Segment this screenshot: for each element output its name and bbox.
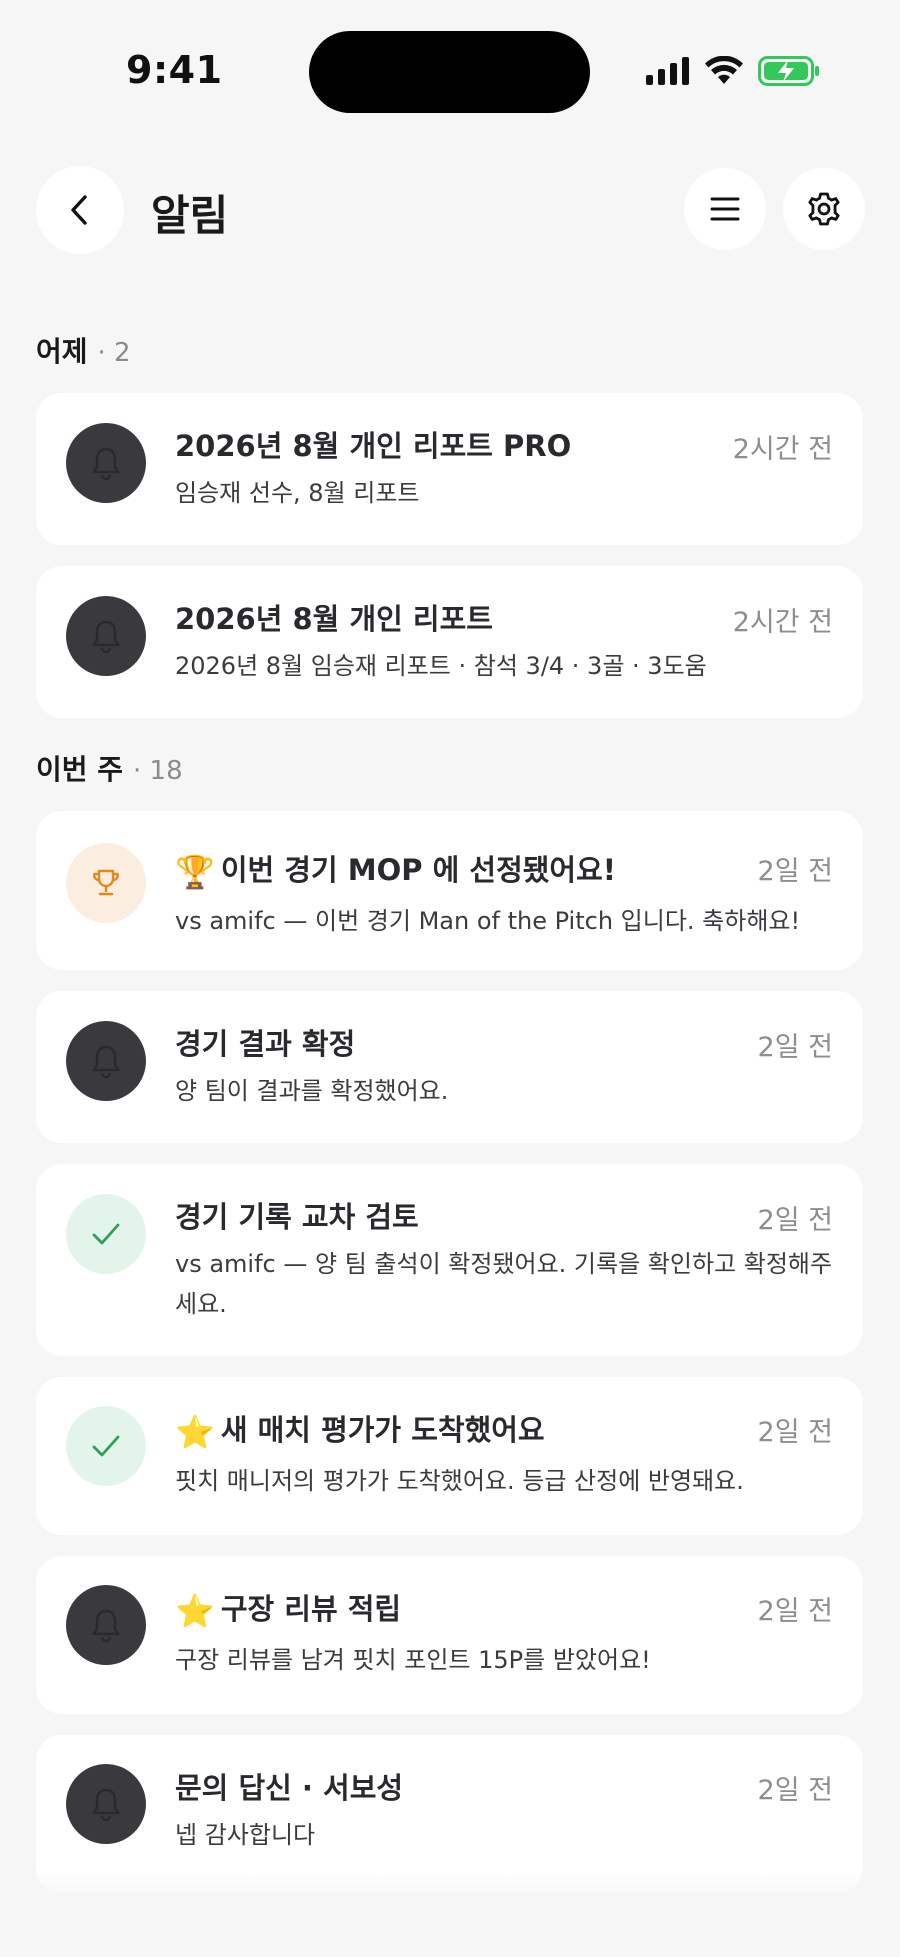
status-bar: 9:41 [0, 0, 900, 140]
notification-body: 임승재 선수, 8월 리포트 [175, 479, 420, 507]
star-emoji-icon: ⭐ [175, 1592, 215, 1630]
notification-title-text: 이번 경기 MOP 에 선정됐어요! [220, 853, 617, 887]
notification-time: 2일 전 [757, 1417, 833, 1448]
notification-body: 양 팀이 결과를 확정했어요. [175, 1077, 449, 1105]
star-emoji-icon: ⭐ [175, 1413, 215, 1451]
bell-icon [92, 620, 120, 654]
cellular-signal-icon [646, 57, 689, 85]
notification-body: 2026년 8월 임승재 리포트 · 참석 3/4 · 3골 · 3도움 [175, 652, 707, 680]
chevron-left-icon [71, 195, 87, 225]
notification-body: 핏치 매니저의 평가가 도착했어요. 등급 산정에 반영돼요. [175, 1467, 744, 1495]
section-header-this-week: 이번 주 · 18 [36, 748, 183, 788]
notification-icon [66, 843, 146, 923]
notification-card[interactable]: 2026년 8월 개인 리포트 PRO 2시간 전 임승재 선수, 8월 리포트 [36, 393, 863, 545]
back-button[interactable] [36, 166, 124, 254]
notification-body: vs amifc — 양 팀 출석이 확정됐어요. 기록을 확인하고 확정해주세… [175, 1250, 833, 1318]
notification-time: 2시간 전 [732, 434, 833, 465]
notification-time: 2일 전 [757, 1032, 833, 1063]
wifi-icon [705, 56, 743, 84]
notification-title: 🏆 이번 경기 MOP 에 선정됐어요! [175, 847, 616, 891]
notification-title: 경기 결과 확정 [175, 1027, 356, 1061]
notification-time: 2일 전 [757, 1775, 833, 1806]
notification-icon [66, 1194, 146, 1274]
status-time: 9:41 [126, 48, 223, 92]
bell-icon [92, 1609, 120, 1643]
checkmark-icon [92, 1223, 120, 1245]
notification-time: 2일 전 [757, 1205, 833, 1236]
notification-card[interactable]: 2026년 8월 개인 리포트 2시간 전 2026년 8월 임승재 리포트 ·… [36, 566, 863, 718]
notification-icon [66, 1585, 146, 1665]
notification-title-text: 새 매치 평가가 도착했어요 [220, 1413, 545, 1447]
notifications-screen: 9:41 알림 어제 · 2 2026년 8월 개인 리포트 PRO 2시간 전… [0, 0, 900, 1957]
notification-time: 2시간 전 [732, 607, 833, 638]
notification-body: 구장 리뷰를 남겨 핏치 포인트 15P를 받았어요! [175, 1646, 651, 1674]
section-count: · 2 [97, 338, 131, 368]
notification-title: 문의 답신 · 서보성 [175, 1771, 404, 1805]
gear-icon [808, 192, 840, 226]
notification-title: 2026년 8월 개인 리포트 [175, 602, 493, 636]
settings-button[interactable] [783, 168, 865, 250]
notification-title: ⭐ 새 매치 평가가 도착했어요 [175, 1407, 545, 1451]
bottom-fade [0, 1870, 900, 1957]
trophy-icon [93, 869, 119, 896]
notification-card[interactable]: ⭐ 새 매치 평가가 도착했어요 2일 전 핏치 매니저의 평가가 도착했어요. … [36, 1377, 863, 1535]
hamburger-menu-icon [710, 197, 740, 221]
trophy-emoji-icon: 🏆 [175, 853, 215, 891]
app-header: 알림 [0, 160, 900, 260]
section-title: 이번 주 [36, 753, 124, 786]
status-icons [646, 56, 820, 86]
checkmark-icon [92, 1435, 120, 1457]
notification-card[interactable]: 🏆 이번 경기 MOP 에 선정됐어요! 2일 전 vs amifc — 이번 경… [36, 811, 863, 970]
section-header-yesterday: 어제 · 2 [36, 330, 131, 370]
notification-icon [66, 1406, 146, 1486]
section-count: · 18 [133, 756, 183, 786]
notification-body: vs amifc — 이번 경기 Man of the Pitch 입니다. 축… [175, 907, 801, 935]
notification-card[interactable]: 경기 결과 확정 2일 전 양 팀이 결과를 확정했어요. [36, 991, 863, 1143]
notification-icon [66, 423, 146, 503]
section-title: 어제 [36, 335, 88, 368]
bell-icon [92, 1045, 120, 1079]
notification-icon [66, 596, 146, 676]
notification-time: 2일 전 [757, 856, 833, 887]
bell-icon [92, 447, 120, 481]
menu-button[interactable] [684, 168, 766, 250]
bell-icon [92, 1788, 120, 1822]
notification-card[interactable]: 경기 기록 교차 검토 2일 전 vs amifc — 양 팀 출석이 확정됐어… [36, 1164, 863, 1356]
notification-icon [66, 1021, 146, 1101]
notification-body: 넵 감사합니다 [175, 1821, 316, 1849]
notification-title: ⭐ 구장 리뷰 적립 [175, 1586, 401, 1630]
notification-title: 경기 기록 교차 검토 [175, 1200, 419, 1234]
notification-card[interactable]: ⭐ 구장 리뷰 적립 2일 전 구장 리뷰를 남겨 핏치 포인트 15P를 받았어… [36, 1556, 863, 1714]
page-title: 알림 [151, 191, 229, 240]
notification-icon [66, 1764, 146, 1844]
notification-title-text: 구장 리뷰 적립 [220, 1592, 402, 1626]
notification-time: 2일 전 [757, 1596, 833, 1627]
battery-charging-icon [758, 56, 819, 86]
dynamic-island [309, 31, 590, 113]
notification-title: 2026년 8월 개인 리포트 PRO [175, 429, 572, 463]
